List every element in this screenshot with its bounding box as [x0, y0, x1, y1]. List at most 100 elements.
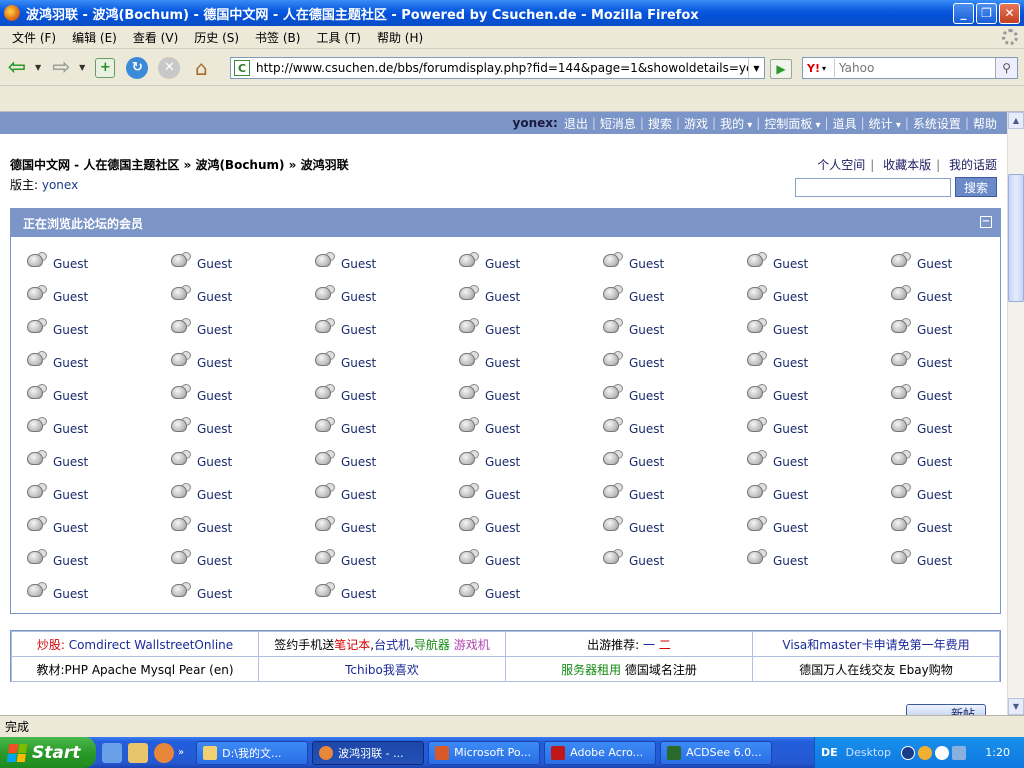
- minimize-button[interactable]: _: [953, 2, 974, 24]
- guest-name[interactable]: Guest: [629, 315, 664, 337]
- guest-name[interactable]: Guest: [341, 447, 376, 469]
- guest-name[interactable]: Guest: [773, 381, 808, 403]
- online-guest[interactable]: Guest: [169, 480, 232, 502]
- guest-name[interactable]: Guest: [773, 480, 808, 502]
- online-guest[interactable]: Guest: [601, 381, 664, 403]
- online-guest[interactable]: Guest: [745, 249, 808, 271]
- online-guest[interactable]: Guest: [457, 414, 520, 436]
- guest-name[interactable]: Guest: [773, 513, 808, 535]
- guest-name[interactable]: Guest: [197, 546, 232, 568]
- guest-name[interactable]: Guest: [917, 381, 952, 403]
- nav-games[interactable]: 游戏: [684, 115, 708, 132]
- guest-name[interactable]: Guest: [917, 348, 952, 370]
- taskbar-item-firefox[interactable]: 波鸿羽联 - ...: [312, 740, 425, 765]
- go-button[interactable]: ▶: [770, 59, 792, 79]
- desktop-toolbar[interactable]: Desktop: [846, 746, 891, 759]
- guest-name[interactable]: Guest: [917, 414, 952, 436]
- guest-name[interactable]: Guest: [773, 447, 808, 469]
- guest-name[interactable]: Guest: [341, 381, 376, 403]
- forum-search-input[interactable]: [795, 178, 951, 197]
- nav-my[interactable]: 我的: [720, 115, 752, 132]
- guest-name[interactable]: Guest: [773, 249, 808, 271]
- guest-name[interactable]: Guest: [53, 348, 88, 370]
- online-guest[interactable]: Guest: [313, 546, 376, 568]
- guest-name[interactable]: Guest: [197, 579, 232, 601]
- online-guest[interactable]: Guest: [169, 249, 232, 271]
- ad-cell[interactable]: 签约手机送笔记本,台式机,导航器 游戏机: [258, 631, 506, 657]
- online-guest[interactable]: Guest: [25, 447, 88, 469]
- link-bookmark-forum[interactable]: 收藏本版: [883, 158, 931, 172]
- guest-name[interactable]: Guest: [773, 315, 808, 337]
- tray-expand-icon[interactable]: [901, 745, 916, 760]
- guest-name[interactable]: Guest: [485, 381, 520, 403]
- online-guest[interactable]: Guest: [745, 546, 808, 568]
- ad-cell[interactable]: 炒股: Comdirect WallstreetOnline: [11, 631, 259, 657]
- online-guest[interactable]: Guest: [745, 315, 808, 337]
- guest-name[interactable]: Guest: [485, 249, 520, 271]
- guest-name[interactable]: Guest: [917, 315, 952, 337]
- online-guest[interactable]: Guest: [25, 480, 88, 502]
- taskbar-item-powerpoint[interactable]: Microsoft Po...: [428, 740, 541, 765]
- username[interactable]: yonex:: [513, 116, 558, 130]
- online-guest[interactable]: Guest: [889, 513, 952, 535]
- guest-name[interactable]: Guest: [629, 513, 664, 535]
- url-history-dropdown[interactable]: ▼: [748, 58, 764, 78]
- online-guest[interactable]: Guest: [601, 414, 664, 436]
- online-guest[interactable]: Guest: [889, 282, 952, 304]
- online-guest[interactable]: Guest: [313, 447, 376, 469]
- guest-name[interactable]: Guest: [197, 315, 232, 337]
- online-guest[interactable]: Guest: [601, 282, 664, 304]
- back-history-dropdown[interactable]: ▼: [35, 63, 41, 72]
- guest-name[interactable]: Guest: [917, 282, 952, 304]
- nav-stats[interactable]: 统计: [869, 115, 901, 132]
- guest-name[interactable]: Guest: [197, 414, 232, 436]
- guest-name[interactable]: Guest: [341, 579, 376, 601]
- online-guest[interactable]: Guest: [889, 381, 952, 403]
- online-guest[interactable]: Guest: [169, 579, 232, 601]
- guest-name[interactable]: Guest: [773, 348, 808, 370]
- guest-name[interactable]: Guest: [53, 282, 88, 304]
- online-guest[interactable]: Guest: [601, 348, 664, 370]
- quicklaunch-overflow-icon[interactable]: »: [178, 747, 184, 758]
- guest-name[interactable]: Guest: [629, 381, 664, 403]
- guest-name[interactable]: Guest: [485, 447, 520, 469]
- new-post-button[interactable]: 新帖: [906, 704, 986, 715]
- guest-name[interactable]: Guest: [341, 513, 376, 535]
- link-personal-space[interactable]: 个人空间: [817, 158, 865, 172]
- online-guest[interactable]: Guest: [313, 579, 376, 601]
- breadcrumb[interactable]: 德国中文网 - 人在德国主题社区 » 波鸿(Bochum) » 波鸿羽联: [10, 156, 349, 173]
- online-guest[interactable]: Guest: [25, 282, 88, 304]
- guest-name[interactable]: Guest: [773, 282, 808, 304]
- online-guest[interactable]: Guest: [457, 546, 520, 568]
- taskbar-item-acdsee[interactable]: ACDSee 6.0...: [660, 740, 773, 765]
- online-guest[interactable]: Guest: [169, 513, 232, 535]
- ad-cell[interactable]: 服务器租用 德国域名注册: [505, 656, 753, 682]
- online-guest[interactable]: Guest: [889, 447, 952, 469]
- guest-name[interactable]: Guest: [485, 348, 520, 370]
- address-bar[interactable]: C http://www.csuchen.de/bbs/forumdisplay…: [230, 57, 765, 79]
- search-input[interactable]: [833, 59, 995, 77]
- online-guest[interactable]: Guest: [457, 447, 520, 469]
- online-guest[interactable]: Guest: [601, 315, 664, 337]
- online-guest[interactable]: Guest: [169, 315, 232, 337]
- taskbar-item-folder[interactable]: D:\我的文...: [196, 740, 309, 765]
- menu-history[interactable]: 历史 (S): [186, 29, 247, 46]
- guest-name[interactable]: Guest: [485, 315, 520, 337]
- folder-quicklaunch-icon[interactable]: [128, 742, 148, 763]
- online-guest[interactable]: Guest: [457, 579, 520, 601]
- online-guest[interactable]: Guest: [25, 546, 88, 568]
- nav-settings[interactable]: 系统设置: [913, 115, 961, 132]
- online-guest[interactable]: Guest: [25, 249, 88, 271]
- ad-cell[interactable]: 出游推荐: 一 二: [505, 631, 753, 657]
- guest-name[interactable]: Guest: [197, 249, 232, 271]
- engine-dropdown-icon[interactable]: ▾: [822, 64, 834, 73]
- guest-name[interactable]: Guest: [197, 513, 232, 535]
- online-guest[interactable]: Guest: [25, 381, 88, 403]
- nav-control-panel[interactable]: 控制面板: [764, 115, 820, 132]
- guest-name[interactable]: Guest: [629, 447, 664, 469]
- guest-name[interactable]: Guest: [53, 447, 88, 469]
- reload-button[interactable]: ↻: [122, 53, 152, 83]
- yahoo-engine-icon[interactable]: Y!: [803, 62, 822, 75]
- online-guest[interactable]: Guest: [457, 315, 520, 337]
- forum-search-button[interactable]: 搜索: [955, 177, 997, 197]
